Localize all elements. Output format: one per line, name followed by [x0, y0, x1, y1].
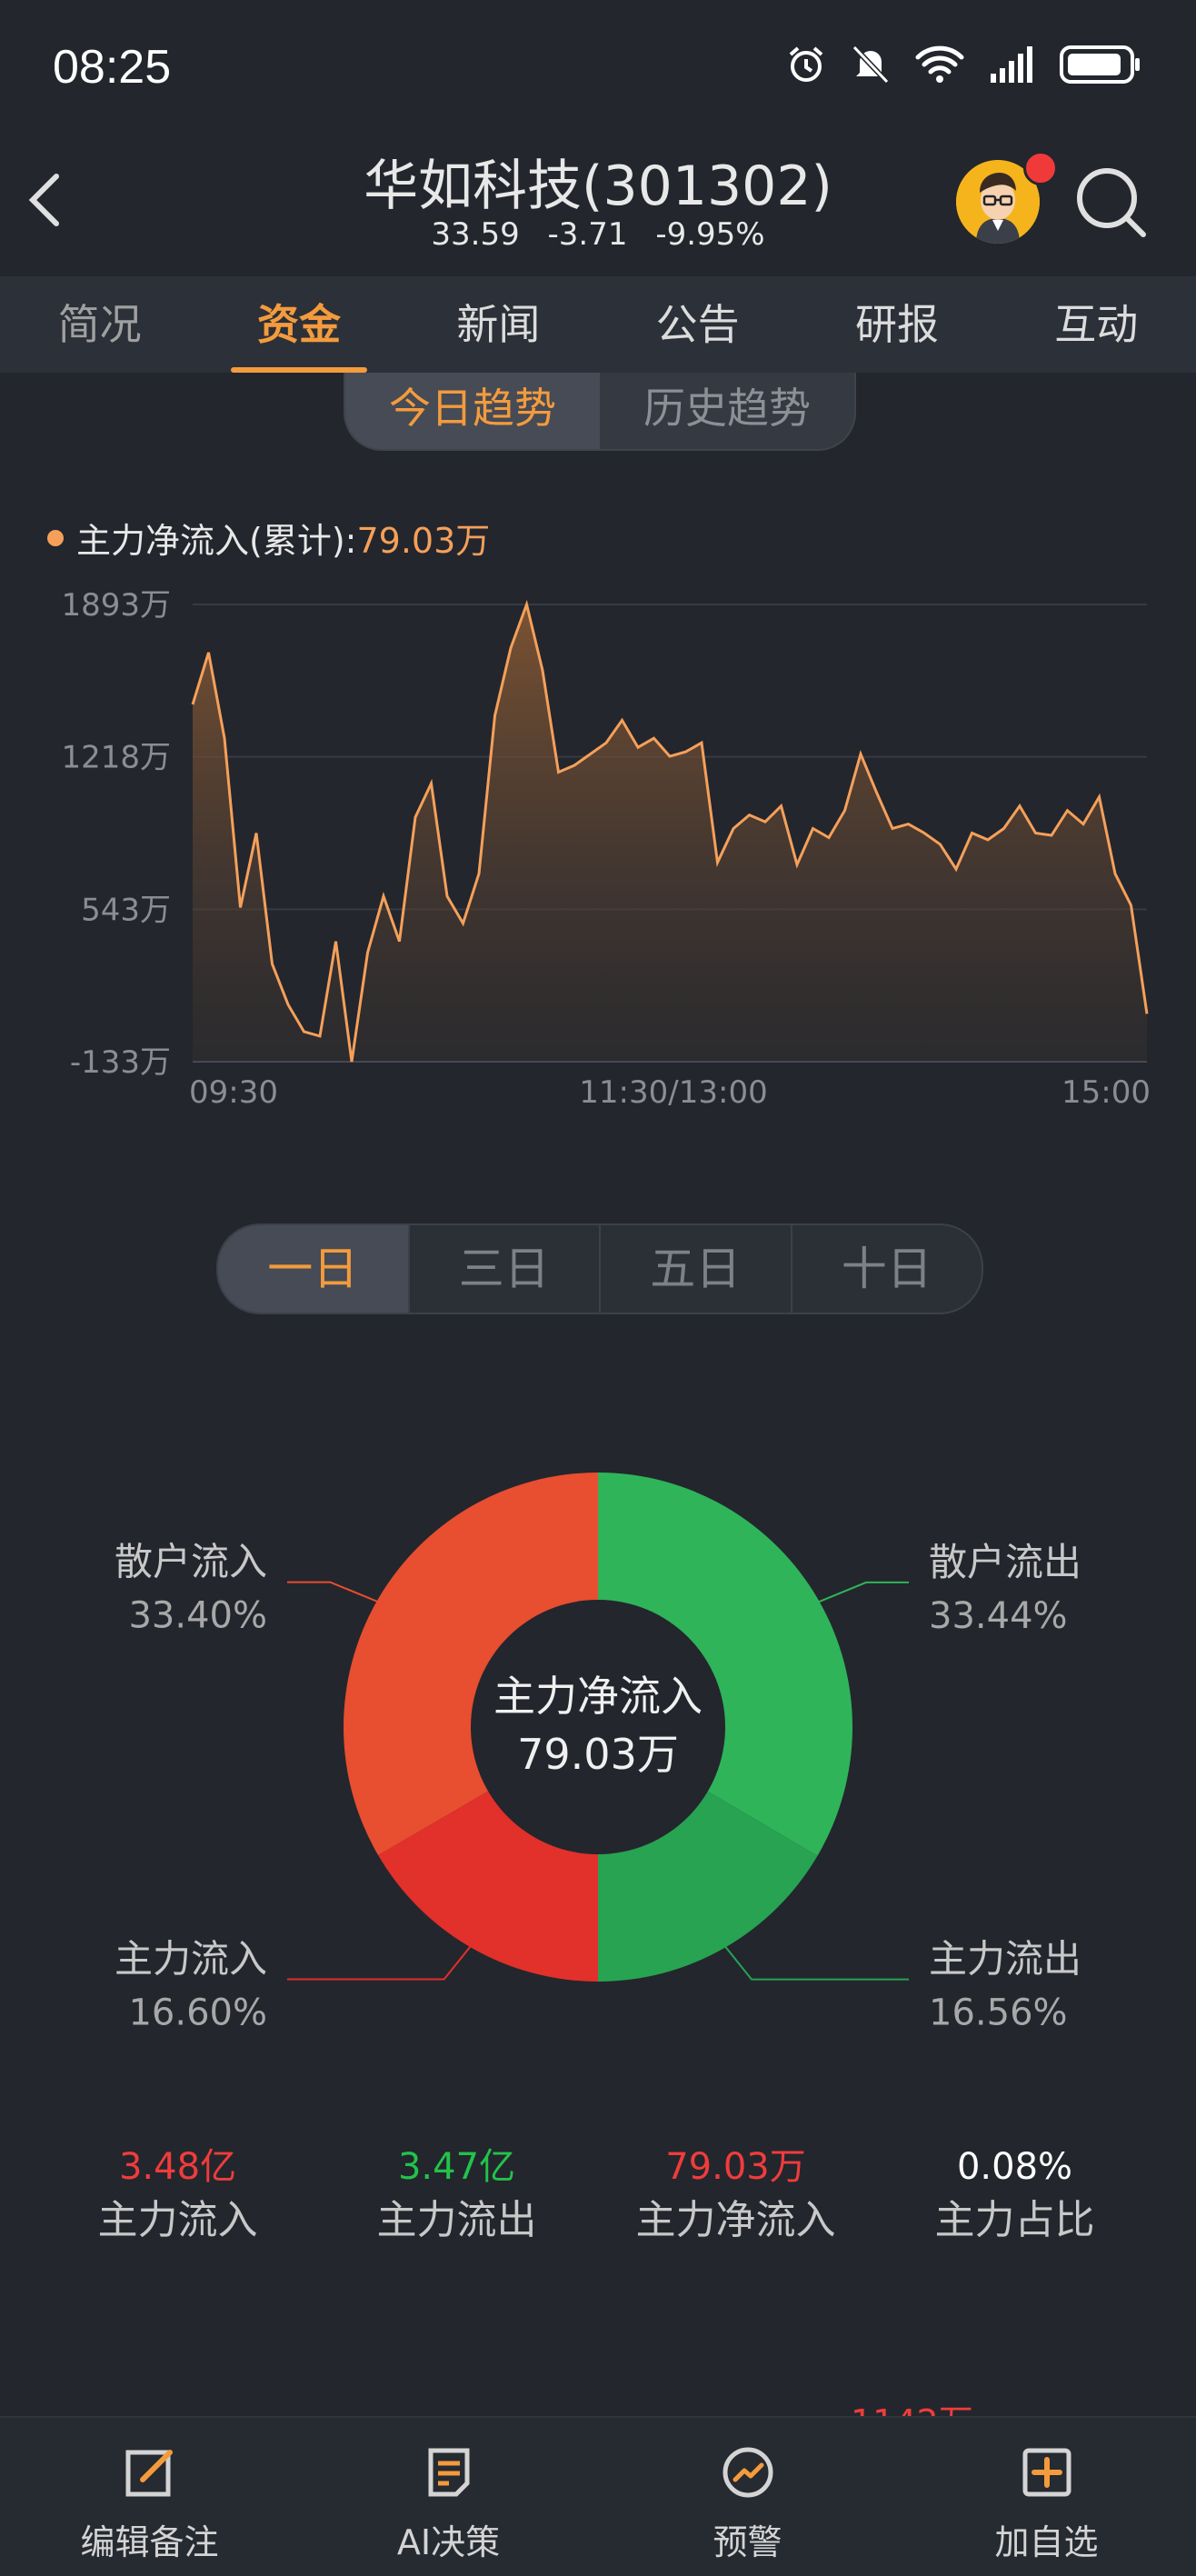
period-toggle: 一日 三日 五日 十日 [216, 1223, 983, 1314]
mute-bell-icon [852, 45, 890, 85]
tab-research[interactable]: 研报 [797, 276, 996, 373]
legend-value: 79.03万 [356, 521, 491, 561]
callout-line [810, 1581, 909, 1606]
donut-center-label: 主力净流入 [493, 1672, 703, 1721]
period-1d[interactable]: 一日 [218, 1225, 408, 1313]
search-icon[interactable] [1072, 164, 1149, 240]
stat-label: 主力净流入 [635, 2197, 836, 2243]
stat-main-net-inflow: 79.03万 主力净流入 [596, 2142, 875, 2249]
x-tick-label: 09:30 [189, 1074, 278, 1111]
tab-news[interactable]: 新闻 [399, 276, 598, 373]
x-tick-label: 11:30/13:00 [579, 1074, 767, 1111]
summary-stats: 3.48亿 主力流入 3.47亿 主力流出 79.03万 主力净流入 0.08%… [0, 2142, 1196, 2249]
edit-note-button[interactable]: 编辑备注 [0, 2418, 299, 2576]
stat-main-outflow: 3.47亿 主力流出 [317, 2142, 596, 2249]
chart-legend: 主力净流入(累计): 79.03万 [47, 513, 490, 563]
today-trend-option[interactable]: 今日趋势 [345, 373, 600, 449]
battery-icon [1060, 45, 1140, 84]
stat-label: 主力占比 [934, 2197, 1095, 2243]
add-watchlist-icon [1022, 2448, 1071, 2497]
slice-label: 主力流入 [115, 1936, 267, 1981]
slice-label: 主力流出 [929, 1937, 1081, 1982]
history-trend-option[interactable]: 历史趋势 [600, 373, 854, 449]
slice-label: 散户流出 [929, 1540, 1081, 1584]
signal-icon [991, 46, 1032, 83]
section-tabs: 简况 资金 新闻 公告 研报 互动 [0, 276, 1196, 373]
tab-interaction[interactable]: 互动 [997, 276, 1196, 373]
slice-label: 散户流入 [115, 1540, 267, 1584]
callout-line [287, 1939, 477, 1981]
wifi-icon [915, 45, 964, 83]
tab-overview[interactable]: 简况 [0, 276, 199, 373]
stat-value: 3.48亿 [118, 2146, 237, 2188]
status-icons [785, 44, 1141, 85]
period-5d[interactable]: 五日 [599, 1225, 791, 1313]
add-watchlist-button[interactable]: 加自选 [897, 2418, 1196, 2576]
y-tick-label: -133万 [70, 1044, 171, 1081]
legend-label: 主力净流入(累计): [76, 521, 357, 561]
trend-toggle: 今日趋势 历史趋势 [344, 373, 856, 451]
stat-value: 3.47亿 [397, 2146, 516, 2188]
stock-change: -3.71 [547, 216, 628, 253]
stat-main-inflow: 3.48亿 主力流入 [38, 2142, 317, 2249]
stat-label: 主力流入 [97, 2197, 258, 2243]
legend-dot [47, 529, 64, 546]
stat-value: 0.08% [956, 2146, 1073, 2188]
edit-note-icon [125, 2450, 173, 2497]
alert-button[interactable]: 预警 [598, 2418, 897, 2576]
alert-icon [723, 2447, 772, 2498]
stat-main-ratio: 0.08% 主力占比 [875, 2142, 1154, 2249]
period-10d[interactable]: 十日 [790, 1225, 982, 1313]
alert-label: 预警 [713, 2522, 782, 2562]
flow-area [193, 604, 1147, 1062]
add-watchlist-label: 加自选 [994, 2522, 1099, 2562]
slice-percent: 33.44% [929, 1595, 1068, 1637]
period-3d[interactable]: 三日 [407, 1225, 600, 1313]
bottom-action-bar: 编辑备注 AI决策 预警 加自选 [0, 2416, 1196, 2576]
slice-percent: 33.40% [128, 1595, 267, 1637]
capital-distribution-donut[interactable]: 主力净流入 79.03万 散户流出 33.44% 主力流出 16.56% 主力流入 16.… [0, 1418, 1196, 2054]
stat-value: 79.03万 [665, 2146, 806, 2188]
slice-percent: 16.56% [929, 1992, 1068, 2034]
callout-line [719, 1939, 909, 1981]
tab-capital[interactable]: 资金 [199, 276, 398, 373]
alarm-icon [789, 46, 823, 82]
donut-center-value: 79.03万 [517, 1730, 679, 1779]
y-tick-label: 543万 [81, 892, 171, 928]
slice-percent: 16.60% [128, 1992, 267, 2033]
notification-dot [1023, 151, 1058, 185]
ai-decision-icon [428, 2448, 469, 2497]
x-tick-label: 15:00 [1061, 1074, 1151, 1111]
stat-label: 主力流出 [376, 2197, 537, 2243]
edit-note-label: 编辑备注 [80, 2522, 219, 2562]
y-tick-label: 1218万 [61, 740, 171, 776]
callout-line [287, 1581, 386, 1606]
stock-change-pct: -9.95% [655, 216, 765, 253]
donut-hole [471, 1600, 725, 1854]
ai-decision-label: AI决策 [396, 2522, 501, 2562]
tab-announcements[interactable]: 公告 [598, 276, 797, 373]
status-time: 08:25 [53, 41, 172, 94]
capital-flow-chart[interactable]: 1893万 1218万 543万 -133万 09:30 11:30/13:00 15:0… [0, 582, 1196, 1127]
stock-price: 33.59 [431, 216, 520, 253]
ai-decision-button[interactable]: AI决策 [299, 2418, 598, 2576]
y-tick-label: 1893万 [61, 587, 171, 624]
